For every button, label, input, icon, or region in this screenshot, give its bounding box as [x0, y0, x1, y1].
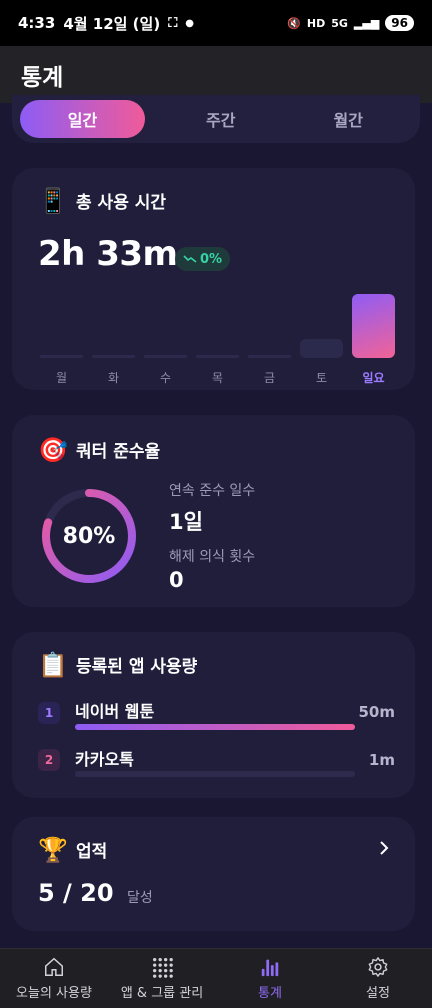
nav-today-usage[interactable]: 오늘의 사용량	[0, 949, 108, 1008]
chart-bar	[352, 294, 395, 358]
battery-indicator: 96	[385, 15, 414, 31]
status-date: 4월 12일 (일)	[63, 14, 161, 33]
chevron-right-icon[interactable]	[377, 841, 391, 855]
quota-card-title: 쿼터 준수율	[76, 442, 161, 462]
app-name: 카카오톡	[75, 750, 134, 769]
5g-icon: 5G	[331, 16, 348, 30]
nav-app-group[interactable]: 앱 & 그룹 관리	[108, 949, 216, 1008]
trophy-icon: 🏆	[38, 835, 68, 864]
clipboard-icon: 📋	[38, 650, 68, 679]
app-usage-card-title: 등록된 앱 사용량	[76, 657, 198, 677]
bar-label: 일요	[362, 371, 385, 385]
bar-label: 화	[107, 371, 120, 385]
tab-daily[interactable]: 일간	[20, 100, 145, 138]
streak-value: 1일	[169, 510, 203, 534]
gear-icon	[368, 957, 388, 977]
mobile-phone-icon: 📱	[38, 186, 68, 215]
usage-progress-track	[75, 724, 355, 730]
quota-card-header: 🎯 쿼터 준수율	[38, 435, 161, 464]
app-usage-card-header: 📋 등록된 앱 사용량	[38, 650, 198, 679]
bar-label: 금	[263, 371, 276, 385]
achievement-card-title: 업적	[76, 842, 108, 862]
period-tabs: 일간 주간 월간	[12, 95, 420, 143]
achievement-card[interactable]: 🏆 업적 5 / 20 달성	[12, 817, 415, 931]
tab-weekly[interactable]: 주간	[157, 100, 285, 138]
bar-label: 토	[315, 371, 328, 385]
app-usage-card: 📋 등록된 앱 사용량 1 네이버 웹툰 50m 2 카카오톡 1m	[12, 632, 415, 798]
target-icon: 🎯	[38, 435, 68, 464]
app-usage-value: 50m	[358, 703, 395, 721]
achievement-suffix: 달성	[127, 890, 153, 906]
chart-bar	[248, 355, 291, 358]
nav-settings[interactable]: 설정	[324, 949, 432, 1008]
notification-dot-icon: ●	[185, 17, 195, 29]
bar-column: 금	[248, 286, 291, 386]
bar-label: 수	[159, 371, 172, 385]
bar-column: 월	[40, 286, 83, 386]
nav-label: 앱 & 그룹 관리	[120, 986, 204, 1001]
trend-badge: 0%	[175, 247, 231, 271]
hd-icon: HD	[306, 16, 326, 30]
signal-icon: ▂▄▆	[353, 16, 380, 30]
rank-badge: 2	[38, 749, 60, 771]
usage-card-header: 📱 총 사용 시간	[38, 186, 167, 215]
bar-column: 화	[92, 286, 135, 386]
bar-column: 목	[196, 286, 239, 386]
bar-label: 목	[211, 371, 224, 385]
grid-icon	[153, 958, 173, 978]
streak-label: 연속 준수 일수	[169, 483, 256, 499]
bar-column: 토	[300, 286, 343, 386]
chart-bar	[92, 355, 135, 358]
screenshot-icon: ⛶	[168, 15, 178, 31]
app-name: 네이버 웹툰	[75, 702, 155, 721]
trend-value: 0%	[200, 251, 223, 267]
bar-column: 수	[144, 286, 187, 386]
usage-card-title: 총 사용 시간	[76, 193, 167, 213]
tab-monthly[interactable]: 월간	[285, 100, 413, 138]
trend-down-icon	[183, 255, 197, 263]
bar-column: 일요	[352, 286, 395, 386]
status-bar: 4:33 4월 12일 (일) ⛶ ● 🔇 HD 5G ▂▄▆ 96	[0, 0, 432, 46]
chart-bar	[196, 355, 239, 358]
usage-progress-track	[75, 771, 355, 777]
bottom-navigation: 오늘의 사용량 앱 & 그룹 관리 통계 설정	[0, 948, 432, 1008]
unlock-value: 0	[169, 568, 184, 592]
total-usage-card: 📱 총 사용 시간 2h 33m 0% 월 화 수 목 금 토 일요	[12, 168, 415, 390]
achievement-progress: 5 / 20	[38, 879, 114, 907]
chart-bar	[144, 355, 187, 358]
usage-progress-fill	[75, 724, 355, 730]
page-title: 통계	[21, 64, 64, 91]
quota-card: 🎯 쿼터 준수율 80% 연속 준수 일수 1일 해제 의식 횟수 0	[12, 415, 415, 607]
home-icon	[45, 957, 63, 976]
nav-label: 통계	[258, 986, 282, 1001]
app-usage-value: 1m	[368, 751, 395, 769]
rank-badge: 1	[38, 702, 60, 724]
bar-label: 월	[55, 371, 68, 385]
chart-bar	[300, 339, 343, 358]
total-usage-time: 2h 33m	[38, 234, 178, 274]
quota-rate: 80%	[62, 523, 116, 549]
chart-bar	[40, 355, 83, 358]
daily-usage-bar-chart: 월 화 수 목 금 토 일요	[40, 286, 396, 386]
unlock-label: 해제 의식 횟수	[169, 549, 256, 565]
nav-statistics[interactable]: 통계	[216, 949, 324, 1008]
nav-label: 오늘의 사용량	[16, 986, 92, 1001]
status-time: 4:33	[18, 14, 56, 32]
bar-chart-icon	[261, 959, 279, 977]
mute-icon: 🔇	[287, 16, 301, 30]
nav-label: 설정	[366, 986, 390, 1001]
achievement-card-header: 🏆 업적	[38, 835, 108, 864]
